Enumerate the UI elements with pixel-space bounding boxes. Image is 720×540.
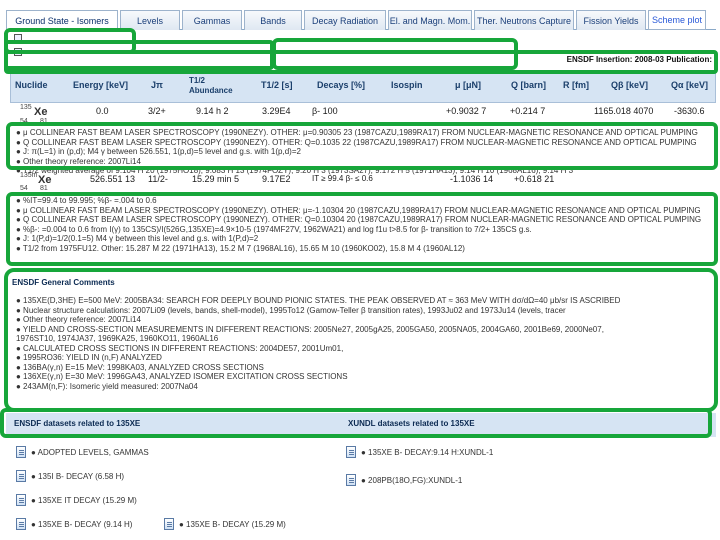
document-icon — [346, 446, 356, 458]
dataset-link[interactable]: ● 135XE B- DECAY (15.29 M) — [164, 518, 286, 530]
ensdf-datasets-title: ENSDF datasets related to 135XE — [14, 419, 141, 428]
tab-levels[interactable]: Levels — [120, 10, 180, 30]
xundl-datasets-title: XUNDL datasets related to 135XE — [348, 419, 475, 428]
tab-ther-neutrons[interactable]: Ther. Neutrons Capture — [474, 10, 574, 30]
tab-decay-radiation[interactable]: Decay Radiation — [304, 10, 386, 30]
document-icon — [164, 518, 174, 530]
col-r: R [fm] — [563, 80, 589, 90]
xundl-dataset-link[interactable]: ● 135XE B- DECAY:9.14 H:XUNDL-1 — [346, 446, 493, 458]
col-isospin: Isospin — [391, 80, 423, 90]
dataset-link[interactable]: ● 135I B- DECAY (6.58 H) — [16, 470, 124, 482]
general-comments-title: ENSDF General Comments — [12, 278, 115, 287]
xundl-dataset-link[interactable]: ● 208PB(18O,FG):XUNDL-1 — [346, 474, 462, 486]
col-energy: Energy [keV] — [73, 80, 129, 90]
tab-gammas[interactable]: Gammas — [182, 10, 242, 30]
tab-fission-yields[interactable]: Fission Yields — [576, 10, 646, 30]
tab-el-magn-mom[interactable]: El. and Magn. Mom. — [388, 10, 472, 30]
document-icon — [16, 494, 26, 506]
document-icon — [346, 474, 356, 486]
highlight-frame — [4, 28, 136, 54]
isomer-comments: ● %IT=99.4 to 99.995; %β- =.004 to 0.6 ●… — [16, 196, 702, 253]
ensdf-info-bar: ENSDF Insertion: 2008-03 Publication: — [566, 55, 712, 64]
general-comments: ● 135XE(D,3HE) E=500 MeV: 2005BA34: SEAR… — [16, 296, 621, 391]
col-jpi: Jπ — [151, 80, 163, 90]
tab-bar: Ground State - Isomers Levels Gammas Ban… — [6, 10, 716, 30]
col-thalf-s: T1/2 [s] — [261, 80, 293, 90]
document-icon — [16, 470, 26, 482]
checkbox-icon[interactable] — [14, 48, 22, 56]
dataset-link[interactable]: ● ADOPTED LEVELS, GAMMAS — [16, 446, 149, 458]
tab-ground-state[interactable]: Ground State - Isomers — [6, 10, 118, 30]
dataset-link[interactable]: ● 135XE B- DECAY (9.14 H) — [16, 518, 132, 530]
col-qalpha: Qα [keV] — [671, 80, 709, 90]
col-nuclide: Nuclide — [15, 80, 48, 90]
tab-scheme-plot[interactable]: Scheme plot — [648, 10, 706, 30]
col-mu: μ [μN] — [455, 80, 482, 90]
level-comments: ● μ COLLINEAR FAST BEAM LASER SPECTROSCO… — [16, 128, 698, 175]
col-thalf-abundance: T1/2 Abundance — [189, 76, 233, 95]
tab-bands[interactable]: Bands — [244, 10, 302, 30]
datasets-header: ENSDF datasets related to 135XE XUNDL da… — [6, 413, 716, 437]
dataset-link[interactable]: ● 135XE IT DECAY (15.29 M) — [16, 494, 137, 506]
col-qbeta: Qβ [keV] — [611, 80, 649, 90]
document-icon — [16, 518, 26, 530]
col-q: Q [barn] — [511, 80, 546, 90]
document-icon — [16, 446, 26, 458]
table-header: Nuclide Energy [keV] Jπ T1/2 Abundance T… — [10, 73, 716, 103]
nuclide-zn-row: 54 81 — [20, 118, 48, 125]
col-decays: Decays [%] — [317, 80, 366, 90]
nuclide-zn-row: 54 81 — [20, 185, 48, 192]
checkbox-icon[interactable] — [14, 34, 22, 42]
nuclide-symbol[interactable]: Xe — [34, 106, 47, 118]
